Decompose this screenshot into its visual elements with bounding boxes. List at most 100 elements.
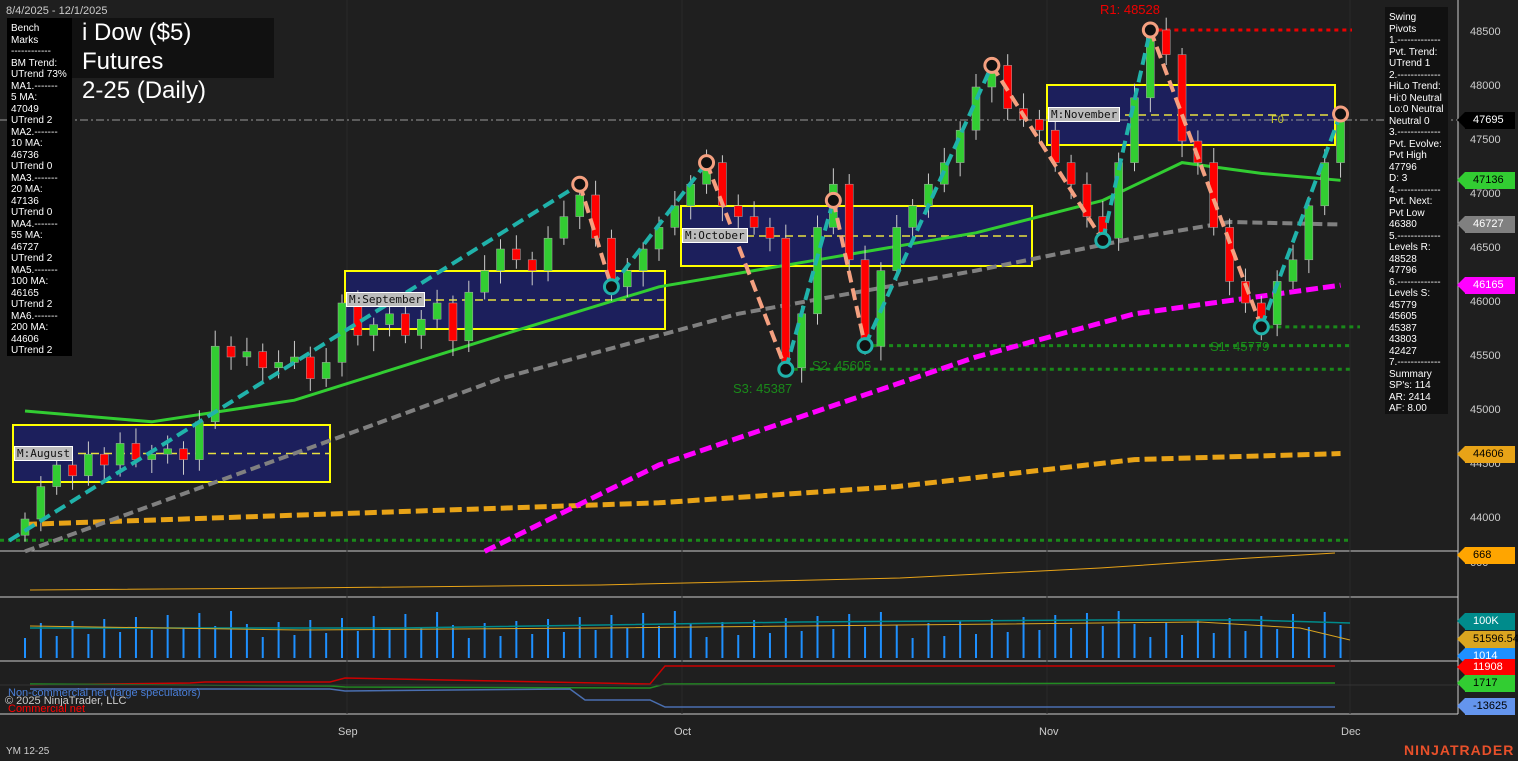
candle-body [242, 351, 252, 358]
candle-body [1114, 162, 1123, 239]
pivot-marker [1332, 105, 1350, 123]
candle-body [401, 313, 410, 336]
candle-body [52, 464, 61, 487]
candle-body [1288, 259, 1298, 282]
swing-line: 3.------------- [1389, 127, 1441, 138]
swing-line: 2.------------- [1389, 69, 1441, 81]
candle-body [591, 194, 600, 239]
candle-body [195, 421, 204, 460]
swing-line: 47796 [1389, 265, 1417, 276]
candle-body [1035, 119, 1044, 131]
swing-line: Swing Pivots [1389, 12, 1417, 35]
candle-body [908, 205, 917, 228]
swing-line: 45605 [1389, 311, 1417, 322]
swing-line: D: 3 [1389, 173, 1408, 184]
panel1-tag: 668 [1457, 547, 1515, 564]
candle-body [131, 443, 141, 460]
cot-tag-small: 1717 [1457, 675, 1515, 692]
month-label-august: M:August [14, 446, 73, 461]
swing-line: 1.------------- [1389, 35, 1441, 46]
bench-line: BM Trend: [11, 57, 58, 69]
candle-body [385, 313, 394, 325]
candle-body [290, 356, 299, 363]
candle-body [36, 486, 46, 520]
bench-line: UTrend 73% [11, 69, 67, 80]
ninjatrader-logo: NINJATRADER [1404, 742, 1515, 758]
bench-line: UTrend 2 [11, 299, 53, 310]
pivot-marker [777, 360, 795, 378]
title-line-2: 2-25 (Daily) [82, 77, 207, 104]
swing-line: Pvt. Trend: [1389, 46, 1438, 58]
candle-body [559, 216, 569, 239]
month-label-november: M:November [1048, 107, 1121, 122]
x-label-dec: Dec [1341, 726, 1361, 738]
instrument-label: YM 12-25 [6, 746, 50, 757]
pivot-marker [983, 56, 1001, 74]
s3-label: S3: 45387 [733, 381, 793, 396]
swing-line: AR: 2414 [1389, 391, 1431, 403]
candle-body [686, 183, 695, 207]
swing-line: Summary [1389, 368, 1432, 380]
candle-body [527, 259, 537, 271]
candle-body [512, 248, 521, 261]
date-range: 8/4/2025 - 12/1/2025 [6, 5, 108, 17]
candle-body [448, 302, 458, 342]
price-tick: 45000 [1470, 404, 1501, 416]
swing-line: Lo:0 Neutral [1389, 104, 1444, 115]
bench-marks-panel: Bench Marks ------------ BM Trend: UTrend 7… [7, 18, 72, 356]
price-tick: 46500 [1470, 242, 1501, 254]
pivot-marker [856, 337, 874, 355]
pivot-marker [571, 175, 589, 193]
bench-line: MA5.------- [11, 264, 58, 276]
swing-line: Levels R: [1389, 242, 1431, 253]
price-tick: 47500 [1470, 134, 1501, 146]
candle-body [797, 313, 806, 369]
chart-title: i Dow ($5) Futures 2-25 (Daily) [70, 18, 274, 104]
price-tag: 46727 [1457, 216, 1515, 234]
price-tick: 47000 [1470, 188, 1501, 200]
price-tick: 46000 [1470, 296, 1501, 308]
candle-body [781, 237, 791, 369]
x-label-oct: Oct [674, 726, 692, 738]
candle-body [1177, 54, 1187, 142]
swing-line: 7.------------- [1389, 357, 1441, 368]
bench-line: 10 MA: [11, 138, 43, 149]
bench-line: UTrend 0 [11, 207, 53, 218]
candle-body [369, 324, 378, 336]
candle-body [1161, 29, 1171, 55]
candle-body [1336, 119, 1345, 163]
candle-body [163, 448, 172, 455]
candle-body [1304, 205, 1314, 261]
pivot-marker [602, 278, 620, 296]
swing-line: 46380 [1389, 219, 1417, 230]
price-tag: 44606 [1457, 445, 1515, 463]
candle-body [179, 448, 188, 460]
month-label-october: M:October [682, 228, 748, 243]
candle-body [115, 443, 125, 466]
candle-body [654, 227, 664, 250]
cot-tag-commercial: 11908 [1457, 659, 1515, 676]
price-tag: 47695 [1457, 111, 1515, 129]
candle-body [1209, 162, 1218, 228]
bench-line: 20 MA: [11, 184, 43, 195]
candle-body [337, 302, 347, 363]
swing-line: 45779 [1389, 299, 1417, 311]
bench-line: MA3.------- [11, 172, 58, 184]
pivot-marker [1141, 21, 1159, 39]
swing-line: Pvt High [1389, 150, 1427, 161]
bench-line: 47049 [11, 103, 39, 115]
r1-label: R1: 48528 [1100, 2, 1160, 17]
bench-line: 46736 [11, 149, 39, 161]
swing-line: Pvt Low [1389, 207, 1425, 219]
bench-line: ------------ [11, 46, 51, 57]
swing-line: Neutral 0 [1389, 115, 1430, 127]
bench-line: MA2.------- [11, 126, 58, 138]
swing-line: 43803 [1389, 334, 1417, 345]
candle-body [68, 464, 77, 477]
bench-line: 46165 [11, 287, 39, 299]
candle-body [749, 216, 759, 228]
bench-line: MA4.------- [11, 218, 58, 230]
candle-body [417, 318, 426, 336]
swing-line: SP's: 114 [1389, 380, 1431, 391]
month-label-september: M:September [346, 292, 425, 307]
